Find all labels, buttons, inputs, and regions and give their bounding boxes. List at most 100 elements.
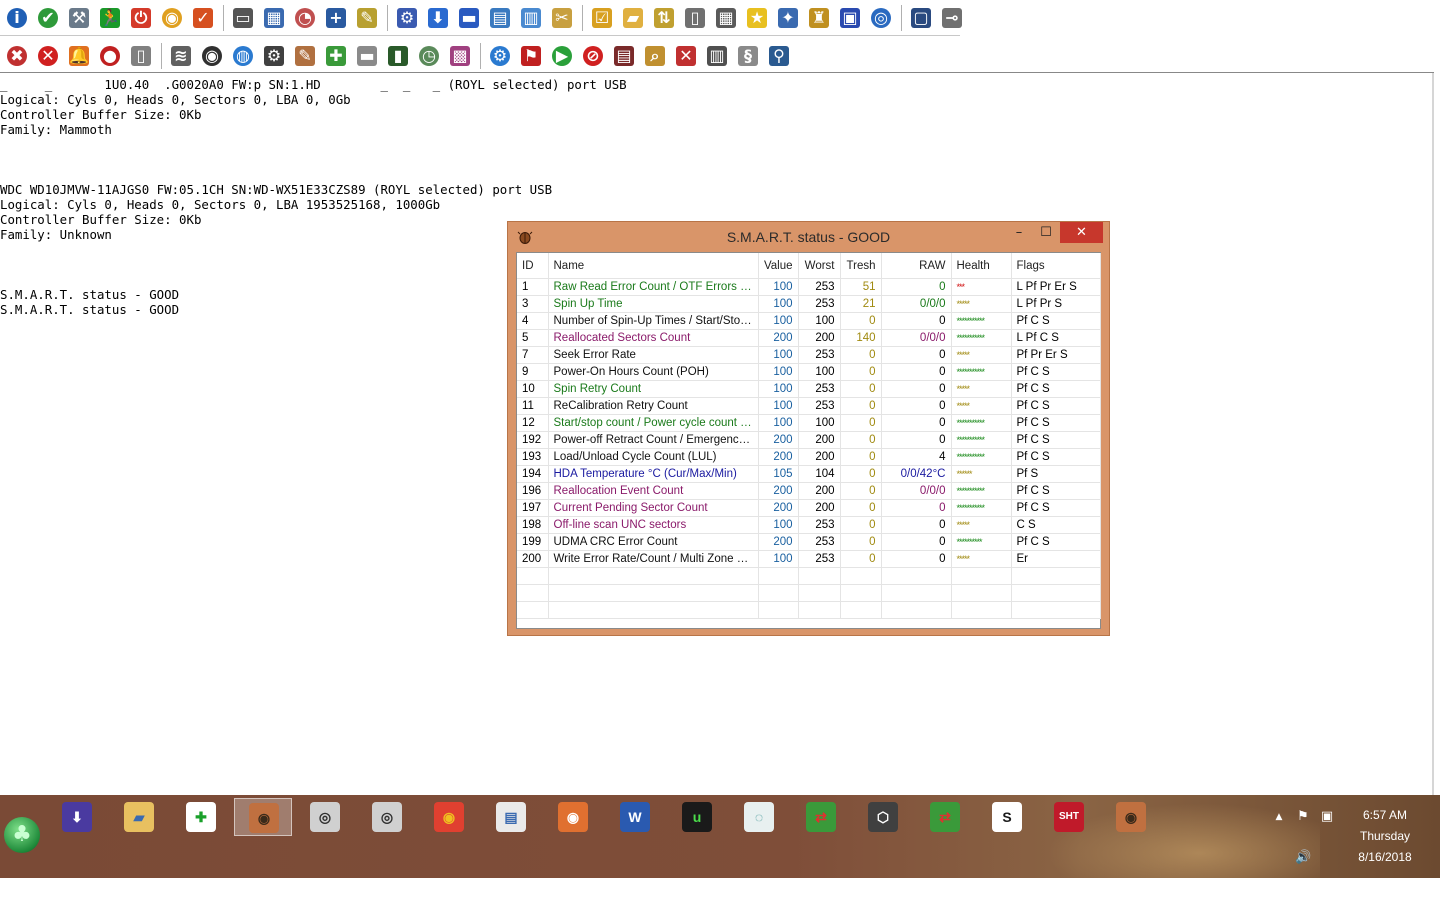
magnifier-button[interactable]: ⚲ (766, 43, 792, 69)
terminal-button[interactable]: ▮ (385, 43, 411, 69)
taskbar-app-eye-app[interactable]: ◉ (544, 798, 602, 836)
report-button[interactable]: ▥ (704, 43, 730, 69)
taskbar-app-utorrent[interactable]: u (668, 798, 726, 836)
tools-pliers-button[interactable]: ✂ (549, 5, 575, 31)
smart-row[interactable]: 196 Reallocation Event Count 200 200 0 0/0/0 *… (517, 482, 1101, 500)
smart-row[interactable]: 1 Raw Read Error Count / OTF Errors (M...… (517, 278, 1101, 296)
column-header-flags[interactable]: Flags (1011, 253, 1101, 279)
network-icon[interactable]: ▣ (1319, 809, 1335, 825)
taskbar-app-file-explorer[interactable]: ▰ (110, 798, 168, 836)
tree-add-button[interactable]: + (323, 5, 349, 31)
shield-check-button[interactable]: ✔ (35, 5, 61, 31)
clipboard-button[interactable]: ▯ (682, 5, 708, 31)
taskbar-app-hdd-utility[interactable]: ◎ (296, 798, 354, 836)
list-form-button[interactable]: ▤ (611, 43, 637, 69)
close-box-button[interactable]: ✕ (673, 43, 699, 69)
checkmark-button[interactable]: ✓ (190, 5, 216, 31)
no-entry-button[interactable]: ⊘ (580, 43, 606, 69)
taskbar-app-drive-bay[interactable]: ⬡ (854, 798, 912, 836)
arrows-button[interactable]: ⇅ (651, 5, 677, 31)
smart-row[interactable]: 197 Current Pending Sector Count 200 200 0 0 *… (517, 499, 1101, 517)
checklist-button[interactable]: ☑ (589, 5, 615, 31)
pencil-button[interactable]: ✎ (292, 43, 318, 69)
clock[interactable]: 6:57 AM Thursday 8/16/2018 (1345, 805, 1425, 868)
smart-row[interactable]: 12 Start/stop count / Power cycle count (… (517, 414, 1101, 432)
tools-button[interactable]: ⚙ (394, 5, 420, 31)
monitor-button[interactable]: ▬ (456, 5, 482, 31)
taskbar-app-chrome[interactable]: ◉ (420, 798, 478, 836)
smart-row[interactable]: 3 Spin Up Time 100 253 21 0/0/0 ***** L Pf Pr S (517, 295, 1101, 313)
smart-row[interactable]: 10 Spin Retry Count 100 253 0 0 ***** Pf C S (517, 380, 1101, 398)
column-header-worst[interactable]: Worst (798, 253, 841, 279)
column-header-name[interactable]: Name (548, 253, 759, 279)
vertical-scrollbar[interactable] (1432, 73, 1434, 795)
apple-button[interactable]: ● (97, 43, 123, 69)
smart-row[interactable]: 198 Off-line scan UNC sectors 100 253 0 0 ****… (517, 516, 1101, 534)
cogwheel-blue-button[interactable]: ⚙ (487, 43, 513, 69)
table-button[interactable]: ▦ (713, 5, 739, 31)
folder-button[interactable]: ▰ (620, 5, 646, 31)
taskbar-app-hdd-utility-2[interactable]: ◎ (358, 798, 416, 836)
taskbar-app-hdd-tool-2[interactable]: ◉ (1102, 798, 1160, 836)
smart-row[interactable]: 4 Number of Spin-Up Times / Start/Stop ..… (517, 312, 1101, 330)
network-add-button[interactable]: ✚ (323, 43, 349, 69)
smart-status-window[interactable]: S.M.A.R.T. status - GOOD – ☐ ✕ ID Name Val… (507, 221, 1110, 636)
taskbar-app-hdd-tool[interactable]: ◉ (234, 798, 292, 836)
hydrant-button[interactable]: ♜ (806, 5, 832, 31)
colorful-disk-button[interactable]: ◉ (159, 5, 185, 31)
gears-button[interactable]: ⚙ (261, 43, 287, 69)
smart-row[interactable]: 9 Power-On Hours Count (POH) 100 100 0 0 *****… (517, 363, 1101, 381)
smart-row[interactable]: 194 HDA Temperature °C (Cur/Max/Min) 105 10… (517, 465, 1101, 483)
maximize-button[interactable]: ☐ (1032, 222, 1060, 243)
power-button[interactable]: ⏻ (128, 5, 154, 31)
disk-platter-button[interactable]: ◉ (199, 43, 225, 69)
stop-x-button[interactable]: ✕ (35, 43, 61, 69)
column-header-value[interactable]: Value (758, 253, 799, 279)
smart-row[interactable]: 199 UDMA CRC Error Count 200 253 0 0 *********… (517, 533, 1101, 551)
edit-note-button[interactable]: ✎ (354, 5, 380, 31)
column-header-id[interactable]: ID (517, 253, 549, 279)
star-button[interactable]: ★ (744, 5, 770, 31)
settings-panel-button[interactable]: ▥ (518, 5, 544, 31)
shield-x-button[interactable]: ✖ (4, 43, 30, 69)
column-header-raw[interactable]: RAW (881, 253, 952, 279)
scroll-button[interactable]: § (735, 43, 761, 69)
network-remove-button[interactable]: ▬ (354, 43, 380, 69)
bell-button[interactable]: 🔔 (66, 43, 92, 69)
smart-row[interactable]: 11 ReCalibration Retry Count 100 253 0 0 *****… (517, 397, 1101, 415)
memory-chip-button[interactable]: ▭ (230, 5, 256, 31)
action-center-flag-icon[interactable]: ⚑ (1295, 809, 1311, 825)
smart-row[interactable]: 200 Write Error Rate/Count / Multi Zone E… (517, 550, 1101, 568)
document-button[interactable]: ▤ (487, 5, 513, 31)
window-titlebar[interactable]: S.M.A.R.T. status - GOOD – ☐ ✕ (508, 222, 1109, 252)
page-arrow-button[interactable]: ▯ (128, 43, 154, 69)
taskbar-app-disk-scan[interactable]: ◌ (730, 798, 788, 836)
window-tools-button[interactable]: ▦ (261, 5, 287, 31)
search-doc-button[interactable]: ⌕ (642, 43, 668, 69)
column-header-health[interactable]: Health (951, 253, 1012, 279)
smart-row[interactable]: 192 Power-off Retract Count / Emergency R… (517, 431, 1101, 449)
running-man-button[interactable]: 🏃 (97, 5, 123, 31)
taskbar-app-network-plug[interactable]: ⇄ (792, 798, 850, 836)
show-hidden-icons-chevron-icon[interactable]: ▲ (1271, 809, 1287, 825)
smart-row[interactable]: 5 Reallocated Sectors Count 200 200 140 0/0/0… (517, 329, 1101, 347)
magic-wand-button[interactable]: ✦ (775, 5, 801, 31)
gauge-button[interactable]: ◔ (292, 5, 318, 31)
globe-button[interactable]: ◍ (230, 43, 256, 69)
clock-arrow-button[interactable]: ◷ (416, 43, 442, 69)
minimize-button[interactable]: – (1005, 222, 1033, 243)
start-button[interactable]: ♣ (4, 817, 40, 853)
taskbar-app-network-plug-2[interactable]: ⇄ (916, 798, 974, 836)
column-header-tresh[interactable]: Tresh (840, 253, 882, 279)
smart-row[interactable]: 193 Load/Unload Cycle Count (LUL) 200 200 0 4… (517, 448, 1101, 466)
chart-monitor-button[interactable]: ▣ (837, 5, 863, 31)
taskbar-app-notepad[interactable]: ▤ (482, 798, 540, 836)
taskbar-app-sht-utilities[interactable]: SHT (1040, 798, 1098, 836)
hammer-button[interactable]: ⚒ (66, 5, 92, 31)
info-button[interactable]: i (4, 5, 30, 31)
play-button[interactable]: ▶ (549, 43, 575, 69)
package-button[interactable]: ▩ (447, 43, 473, 69)
smart-attributes-grid[interactable]: ID Name Value Worst Tresh RAW Health Flags 1 Raw… (516, 252, 1101, 629)
taskbar-app-download-manager[interactable]: ⬇ (48, 798, 106, 836)
tornado-button[interactable]: ≋ (168, 43, 194, 69)
